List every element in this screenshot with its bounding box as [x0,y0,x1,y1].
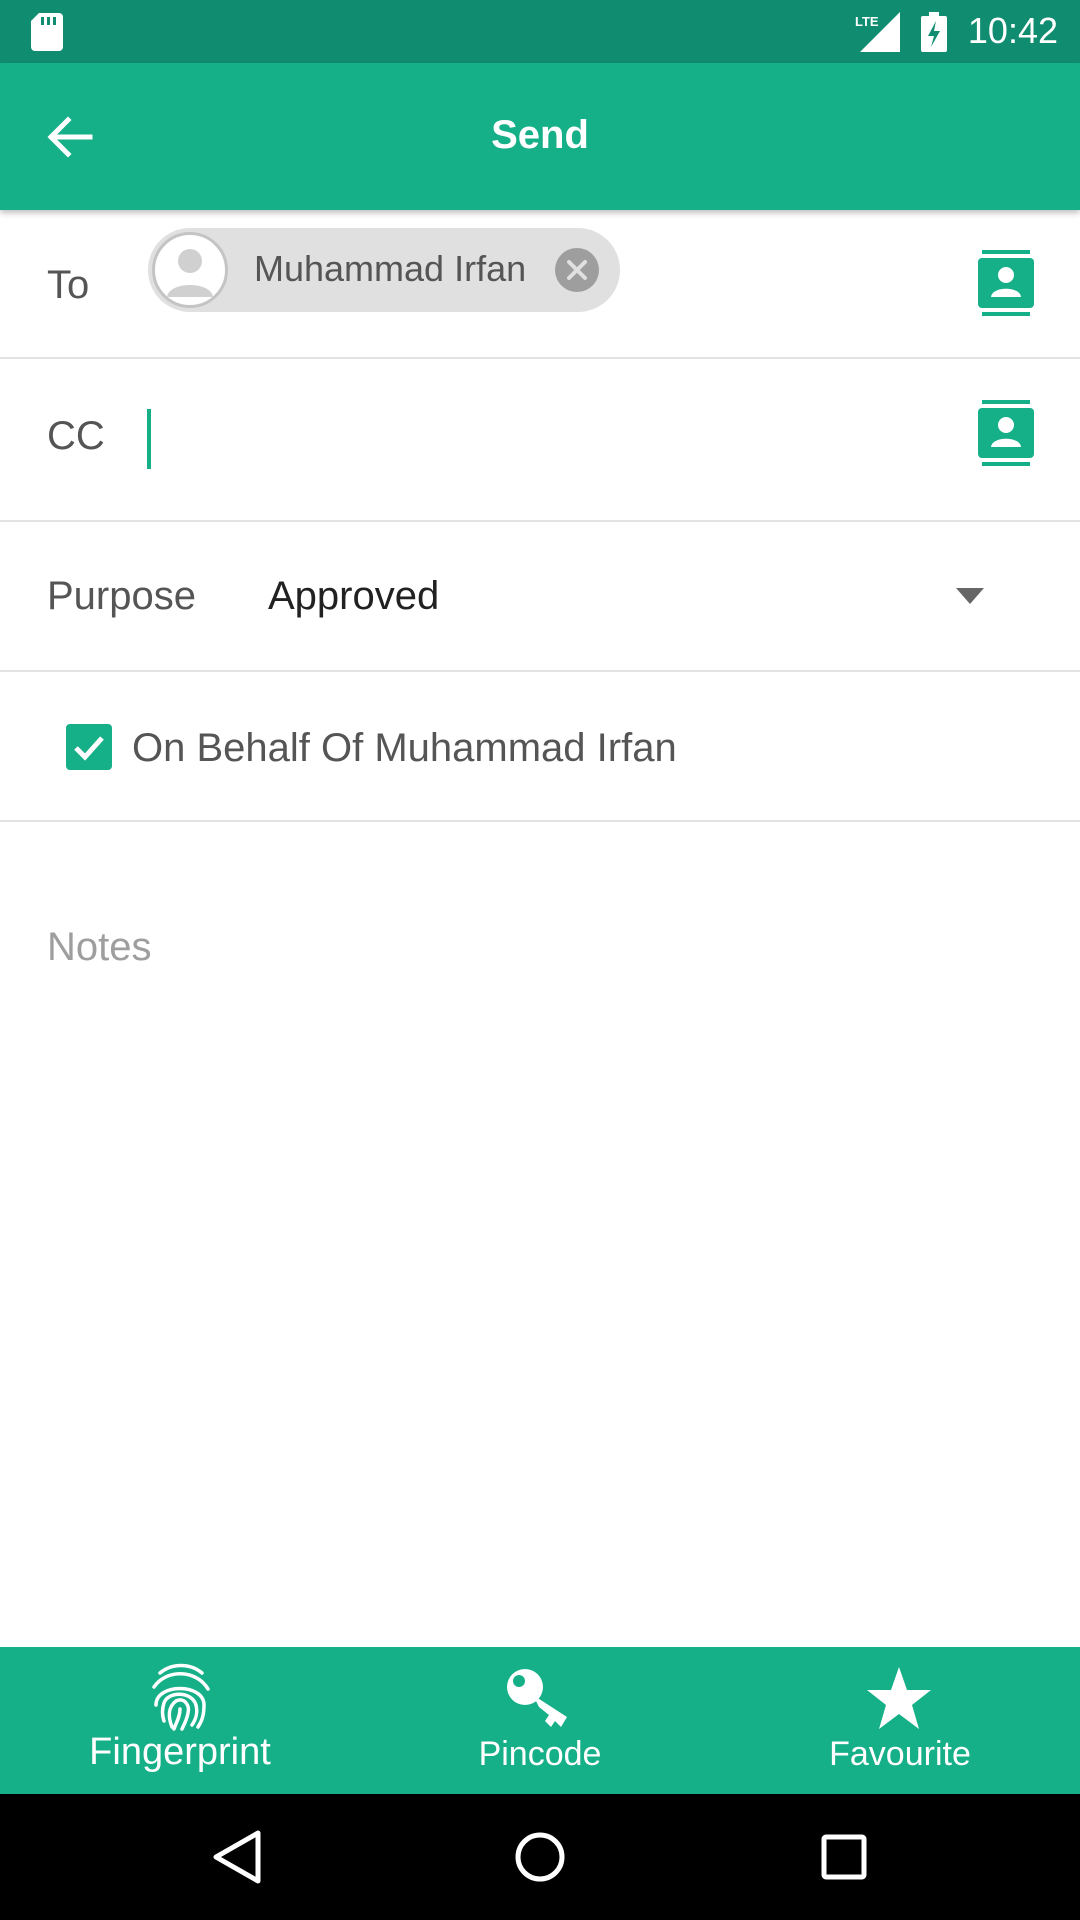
key-icon [507,1669,567,1727]
star-icon [867,1667,931,1729]
on-behalf-row: On Behalf Of Muhammad Irfan [0,672,1080,822]
purpose-select[interactable]: Approved [268,574,439,619]
status-bar: LTE 10:42 [0,0,1080,63]
page-title: Send [491,113,589,157]
notes-field[interactable]: Notes [47,925,1027,1625]
recents-square-icon[interactable] [814,1827,874,1887]
network-label: LTE [855,14,879,29]
tab-label: Pincode [478,1735,602,1773]
to-row: To Muhammad Irfan [0,210,1080,359]
person-icon [167,249,213,297]
back-triangle-icon[interactable] [206,1827,266,1887]
contact-book-icon[interactable] [978,250,1034,316]
cc-row: CC [0,359,1080,522]
sd-card-icon [31,13,63,51]
purpose-row[interactable]: Purpose Approved [0,522,1080,672]
cc-input[interactable] [147,399,927,479]
contact-book-icon[interactable] [978,400,1034,466]
bottom-action-bar: Fingerprint Pincode Favourite [0,1647,1080,1794]
on-behalf-checkbox[interactable] [66,724,112,770]
lte-signal-icon: LTE [855,12,900,52]
purpose-label: Purpose [47,574,196,618]
clock: 10:42 [967,10,1058,51]
fingerprint-icon [152,1663,210,1731]
to-label: To [47,263,90,307]
tab-label: Fingerprint [89,1731,271,1773]
close-icon[interactable] [555,248,599,292]
tab-favourite[interactable]: Favourite [720,1647,1080,1794]
chevron-down-icon[interactable] [956,588,984,604]
on-behalf-label: On Behalf Of Muhammad Irfan [132,726,677,770]
home-circle-icon[interactable] [510,1827,570,1887]
system-nav-bar [0,1794,1080,1920]
tab-label: Favourite [829,1735,971,1773]
avatar [152,232,228,308]
cc-label: CC [47,414,105,458]
tab-pincode[interactable]: Pincode [360,1647,720,1794]
app-bar: Send [0,63,1080,210]
recipient-name: Muhammad Irfan [254,248,527,289]
recipient-chip[interactable]: Muhammad Irfan [148,228,620,312]
tab-fingerprint[interactable]: Fingerprint [0,1647,360,1794]
battery-charging-icon [921,12,947,52]
